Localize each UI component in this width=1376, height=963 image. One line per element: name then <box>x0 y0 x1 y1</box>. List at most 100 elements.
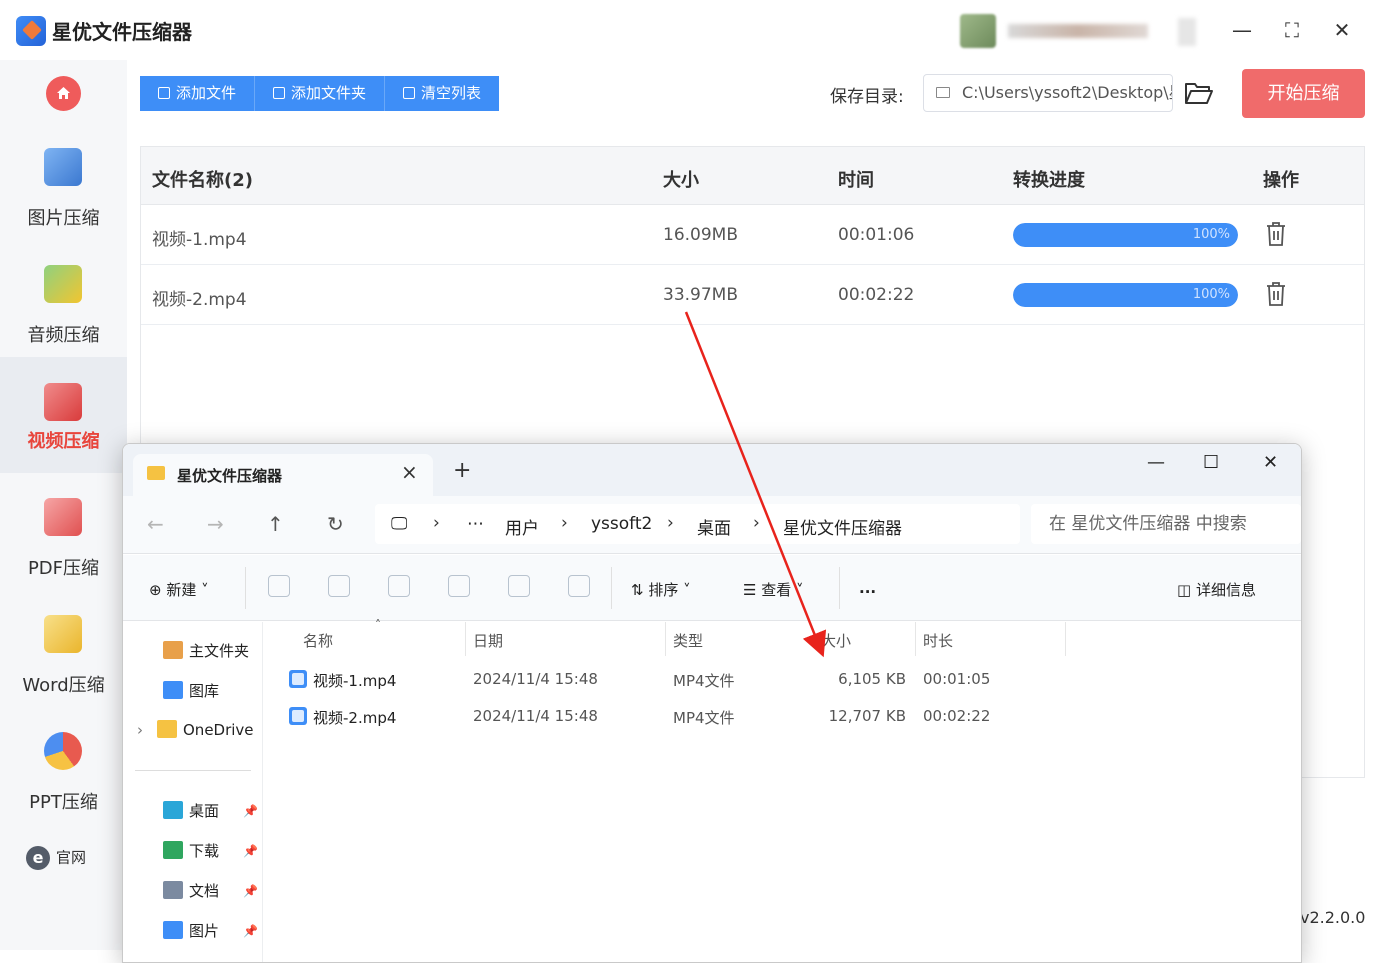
chevron-right-icon: › <box>753 513 760 533</box>
nav-downloads[interactable]: 下载 <box>163 840 219 861</box>
minimize-icon[interactable]: — <box>1230 18 1254 42</box>
explorer-search-input[interactable]: 在 星优文件压缩器 中搜索 <box>1031 504 1301 544</box>
desktop-icon <box>163 801 183 819</box>
view-button[interactable]: ☰ 查看 ˅ <box>743 579 804 600</box>
list-item[interactable]: 视频-2.mp4 2024/11/4 15:48 MP4文件 12,707 KB… <box>273 699 1073 735</box>
list-item[interactable]: 视频-1.mp4 2024/11/4 15:48 MP4文件 6,105 KB … <box>273 662 1073 698</box>
website-label: 官网 <box>56 848 87 867</box>
tab-close-icon[interactable]: × <box>401 460 418 484</box>
delete-icon[interactable] <box>1265 281 1287 307</box>
open-folder-icon[interactable] <box>1184 80 1214 106</box>
add-folder-button[interactable]: 添加文件夹 <box>255 76 386 111</box>
refresh-icon[interactable]: ↻ <box>327 512 344 536</box>
clear-list-button[interactable]: 清空列表 <box>385 76 500 111</box>
start-compress-button[interactable]: 开始压缩 <box>1242 69 1365 118</box>
file-duration: 00:01:05 <box>923 670 991 688</box>
column-type[interactable]: 类型 <box>673 630 703 651</box>
separator <box>839 567 840 609</box>
sidebar-item-image[interactable]: 图片压缩 <box>0 132 127 248</box>
sidebar-item-label: 视频压缩 <box>27 431 100 452</box>
back-icon[interactable]: ← <box>147 512 164 536</box>
sidebar-item-video[interactable]: 视频压缩 <box>0 357 127 473</box>
minimize-icon[interactable]: — <box>1147 452 1165 473</box>
delete-icon[interactable] <box>568 575 590 597</box>
maximize-icon[interactable]: ⛶ <box>1280 18 1304 42</box>
title-bar: 星优文件压缩器 — ⛶ ✕ <box>0 0 1376 60</box>
avatar[interactable] <box>960 14 996 48</box>
ppt-icon <box>44 732 82 770</box>
explorer-nav-pane: 主文件夹 图库 › OneDrive 桌面 📌 下载 📌 文档 📌 图片 📌 <box>123 622 263 962</box>
table-header: 文件名称(2) 大小 时间 转换进度 操作 <box>141 147 1364 205</box>
menu-icon[interactable] <box>1178 18 1196 46</box>
nav-pictures[interactable]: 图片 <box>163 920 219 941</box>
details-pane-button[interactable]: ◫ 详细信息 <box>1177 579 1256 600</box>
breadcrumb-desktop[interactable]: 桌面 <box>697 514 731 539</box>
separator <box>611 567 612 609</box>
address-bar[interactable]: 🖵 › ⋯ 用户 › yssoft2 › 桌面 › 星优文件压缩器 <box>375 504 1020 544</box>
pin-icon[interactable]: 📌 <box>243 884 258 898</box>
column-divider[interactable] <box>665 622 666 656</box>
rename-icon[interactable] <box>448 575 470 597</box>
file-type: MP4文件 <box>673 672 735 690</box>
sort-button[interactable]: ⇅ 排序 ˅ <box>631 579 691 600</box>
website-link[interactable]: e 官网 <box>26 846 86 870</box>
chevron-right-icon: › <box>667 513 674 533</box>
share-icon[interactable] <box>508 575 530 597</box>
pin-icon[interactable]: 📌 <box>243 804 258 818</box>
nav-home[interactable]: 主文件夹 <box>163 640 249 661</box>
column-size[interactable]: 大小 <box>821 630 851 651</box>
folder-icon <box>936 87 950 98</box>
video-icon <box>44 383 82 421</box>
nav-gallery[interactable]: 图库 <box>163 680 219 701</box>
breadcrumb-folder[interactable]: 星优文件压缩器 <box>783 514 902 539</box>
breadcrumb-user[interactable]: yssoft2 <box>591 514 652 534</box>
save-dir-field[interactable]: C:\Users\yssoft2\Desktop\星 <box>923 74 1173 112</box>
more-options-button[interactable]: ... <box>859 579 876 597</box>
table-row[interactable]: 视频-1.mp4 16.09MB 00:01:06 100% <box>141 205 1364 265</box>
up-icon[interactable]: ↑ <box>267 512 284 536</box>
nav-desktop[interactable]: 桌面 <box>163 800 219 821</box>
more-crumbs-icon[interactable]: ⋯ <box>467 514 484 534</box>
sidebar-item-pdf[interactable]: PDF压缩 <box>0 482 127 598</box>
forward-icon[interactable]: → <box>207 512 224 536</box>
download-icon <box>163 841 183 859</box>
breadcrumb-users[interactable]: 用户 <box>505 514 539 539</box>
nav-documents[interactable]: 文档 <box>163 880 219 901</box>
sidebar-item-label: 音频压缩 <box>27 325 100 346</box>
explorer-tab[interactable]: 星优文件压缩器 × <box>133 454 433 496</box>
column-divider[interactable] <box>915 622 916 656</box>
sidebar-item-audio[interactable]: 音频压缩 <box>0 249 127 365</box>
cut-icon[interactable] <box>268 575 290 597</box>
column-divider[interactable] <box>1065 622 1066 656</box>
column-date[interactable]: 日期 <box>473 630 503 651</box>
paste-icon[interactable] <box>388 575 410 597</box>
copy-icon[interactable] <box>328 575 350 597</box>
maximize-icon[interactable]: ☐ <box>1203 452 1219 473</box>
chevron-right-icon: › <box>433 513 440 533</box>
new-tab-icon[interactable]: + <box>453 458 471 483</box>
sidebar-item-word[interactable]: Word压缩 <box>0 599 127 715</box>
home-button[interactable] <box>46 76 81 111</box>
file-size: 12,707 KB <box>828 707 906 725</box>
column-divider[interactable] <box>465 622 466 656</box>
sidebar-item-ppt[interactable]: PPT压缩 <box>0 716 127 832</box>
column-name[interactable]: 名称 <box>303 630 333 651</box>
explorer-nav-bar: ← → ↑ ↻ 🖵 › ⋯ 用户 › yssoft2 › 桌面 › 星优文件压缩… <box>123 496 1301 554</box>
close-icon[interactable]: ✕ <box>1263 452 1278 473</box>
nav-onedrive[interactable]: › OneDrive <box>137 720 254 739</box>
add-file-button[interactable]: 添加文件 <box>140 76 256 111</box>
new-button[interactable]: ⊕ 新建 ˅ <box>149 579 209 600</box>
pin-icon[interactable]: 📌 <box>243 844 258 858</box>
progress-text: 100% <box>1192 227 1230 242</box>
video-file-icon <box>289 670 307 688</box>
delete-icon[interactable] <box>1265 221 1287 247</box>
file-explorer-window: 星优文件压缩器 × + — ☐ ✕ ← → ↑ ↻ 🖵 › ⋯ 用户 › yss… <box>122 443 1302 963</box>
chevron-right-icon[interactable]: › <box>137 721 143 739</box>
file-size: 16.09MB <box>663 225 738 245</box>
pin-icon[interactable]: 📌 <box>243 924 258 938</box>
user-account[interactable] <box>960 14 1150 48</box>
table-row[interactable]: 视频-2.mp4 33.97MB 00:02:22 100% <box>141 265 1364 325</box>
computer-icon[interactable]: 🖵 <box>391 514 407 534</box>
column-duration[interactable]: 时长 <box>923 630 953 651</box>
close-icon[interactable]: ✕ <box>1330 18 1354 42</box>
